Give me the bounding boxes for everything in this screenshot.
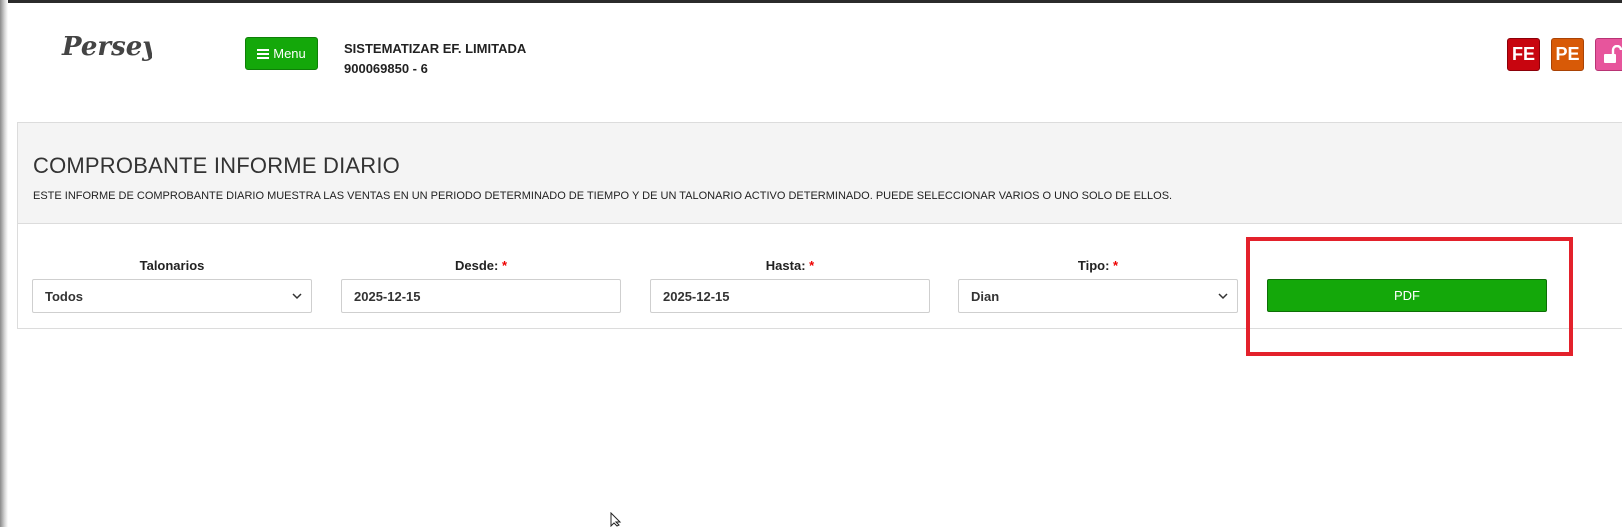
hasta-label-text: Hasta: — [765, 258, 806, 273]
talonarios-label-text: Talonarios — [139, 258, 205, 273]
tipo-selected-value: Dian — [971, 288, 1000, 304]
chevron-down-icon — [292, 293, 302, 300]
unlock-icon[interactable] — [1595, 38, 1622, 71]
required-mark: * — [809, 258, 815, 273]
page-title: COMPROBANTE INFORME DIARIO — [33, 153, 400, 178]
desde-date-input[interactable]: 2025-12-15 — [341, 279, 621, 313]
page-description: ESTE INFORME DE COMPROBANTE DIARIO MUEST… — [33, 190, 1173, 202]
talonarios-selected-value: Todos — [45, 288, 84, 304]
unlock-glyph-icon — [1604, 44, 1622, 63]
hamburger-icon — [257, 48, 270, 59]
report-card-header: COMPROBANTE INFORME DIARIO ESTE INFORME … — [18, 123, 1622, 224]
highlight-box — [1246, 237, 1573, 356]
tipo-label: Tipo: * — [958, 258, 1238, 273]
talonarios-label: Talonarios — [32, 258, 312, 273]
pe-icon[interactable]: PE — [1551, 38, 1584, 71]
hasta-label: Hasta: * — [650, 258, 930, 273]
desde-label-text: Desde: — [454, 258, 499, 273]
menu-label: Menu — [273, 46, 306, 61]
tipo-label-text: Tipo: — [1077, 258, 1110, 273]
pe-icon-label: PE — [1555, 44, 1580, 64]
menu-button[interactable]: Menu — [245, 37, 318, 70]
company-info: SISTEMATIZAR EF. LIMITADA 900069850 - 6 — [344, 39, 526, 79]
svg-text:Persey: Persey — [61, 32, 152, 62]
hasta-value: 2025-12-15 — [663, 288, 730, 304]
window-top-border — [0, 0, 1622, 3]
fe-icon-label: FE — [1511, 44, 1535, 64]
chevron-down-icon — [1218, 293, 1228, 300]
fe-icon[interactable]: FE — [1507, 38, 1540, 71]
required-mark: * — [1113, 258, 1119, 273]
window-left-shadow — [0, 0, 8, 527]
company-nit: 900069850 - 6 — [344, 61, 428, 76]
tipo-select[interactable]: Dian — [958, 279, 1238, 313]
desde-value: 2025-12-15 — [354, 288, 421, 304]
mouse-cursor-icon — [610, 512, 622, 527]
company-name: SISTEMATIZAR EF. LIMITADA — [344, 41, 527, 56]
hasta-date-input[interactable]: 2025-12-15 — [650, 279, 930, 313]
talonarios-select[interactable]: Todos — [32, 279, 312, 313]
persey-logo[interactable]: Persey — [60, 27, 152, 71]
required-mark: * — [501, 258, 508, 273]
desde-label: Desde: * — [341, 258, 621, 273]
